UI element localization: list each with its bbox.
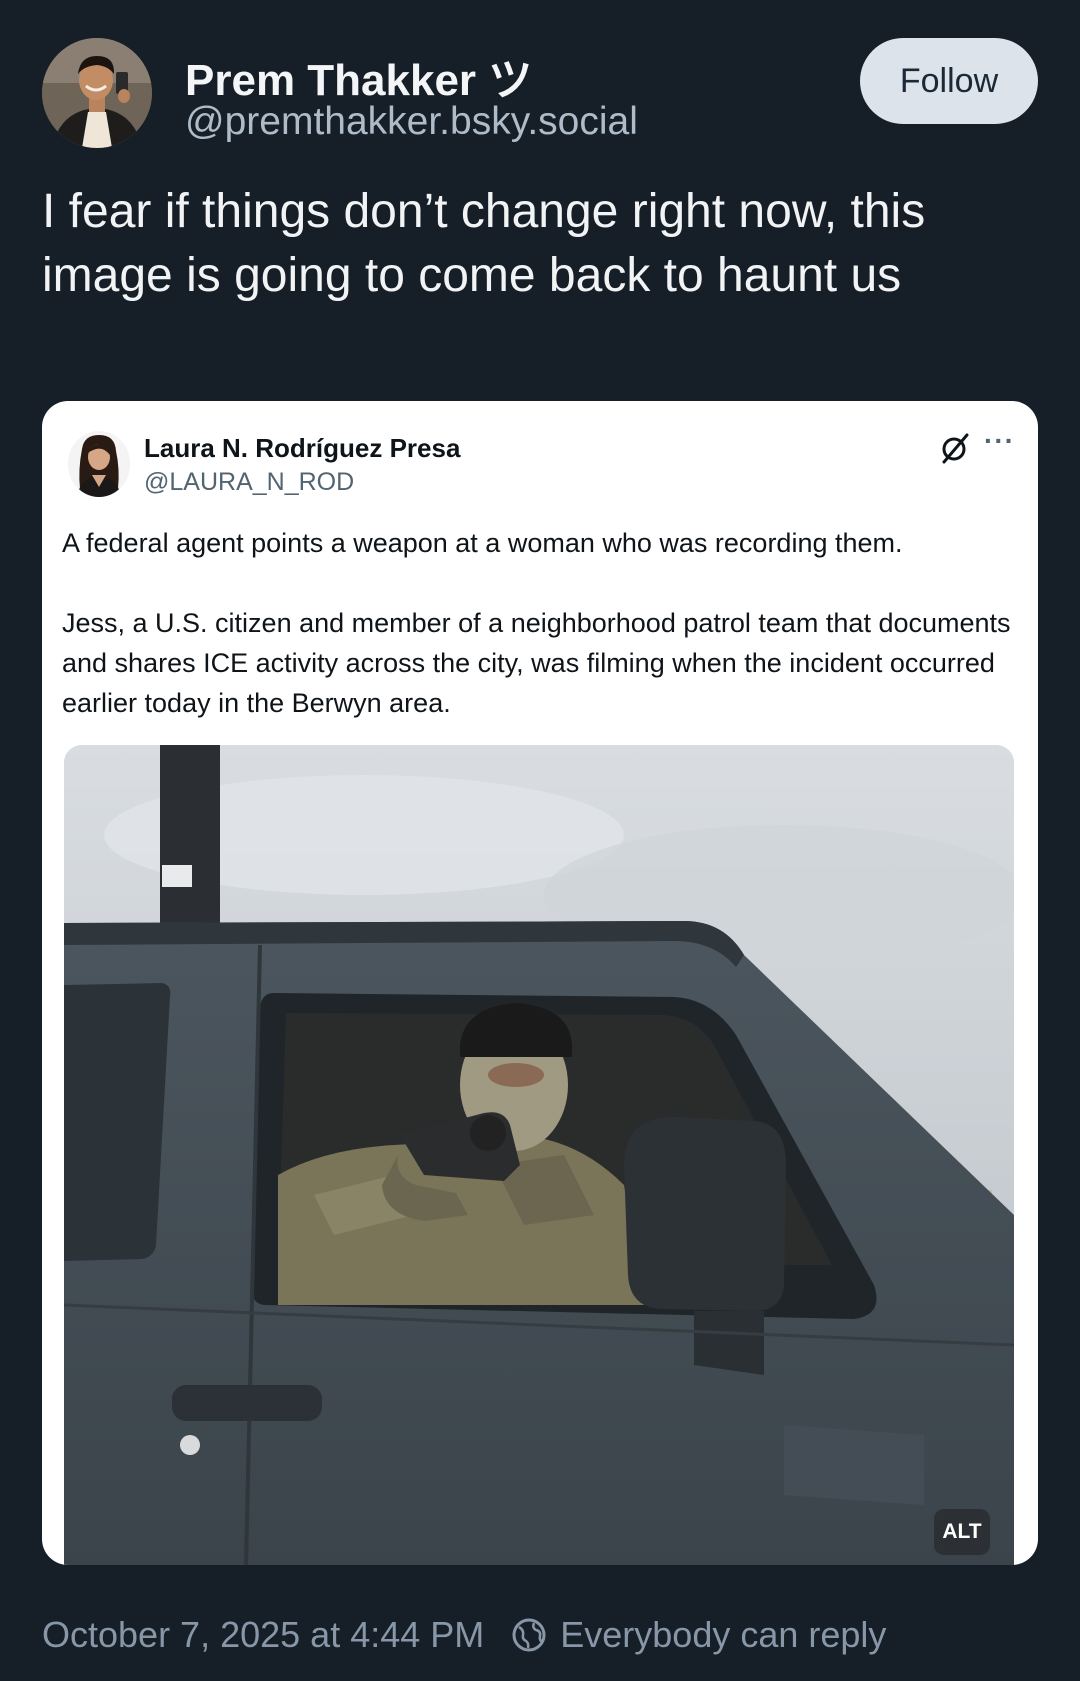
embed-paragraph-1: A federal agent points a weapon at a wom… — [62, 528, 903, 558]
reply-setting[interactable]: Everybody can reply — [560, 1614, 886, 1656]
post-timestamp[interactable]: October 7, 2025 at 4:44 PM — [42, 1614, 484, 1656]
post-footer: October 7, 2025 at 4:44 PM Everybody can… — [42, 1612, 886, 1658]
author-handle[interactable]: @premthakker.bsky.social — [185, 100, 638, 144]
embedded-photo[interactable] — [64, 745, 1014, 1565]
embed-author-name: Laura N. Rodríguez Presa — [144, 433, 461, 463]
author-name[interactable]: Prem Thakker ツ — [185, 44, 532, 108]
globe-icon — [512, 1618, 546, 1652]
embed-author-handle: @LAURA_N_ROD — [144, 468, 355, 496]
author-avatar[interactable] — [42, 38, 152, 148]
embed-author-avatar — [68, 431, 130, 497]
alt-text-badge[interactable]: ALT — [934, 1509, 990, 1555]
post-text: I fear if things don’t change right now,… — [42, 185, 926, 302]
embedded-image-card[interactable]: Laura N. Rodríguez Presa @LAURA_N_ROD ··… — [42, 401, 1038, 1565]
follow-button[interactable]: Follow — [860, 38, 1038, 124]
grok-icon — [942, 433, 969, 464]
more-options-icon: ··· — [984, 425, 1015, 456]
embed-paragraph-2: Jess, a U.S. citizen and member of a nei… — [62, 608, 1011, 718]
